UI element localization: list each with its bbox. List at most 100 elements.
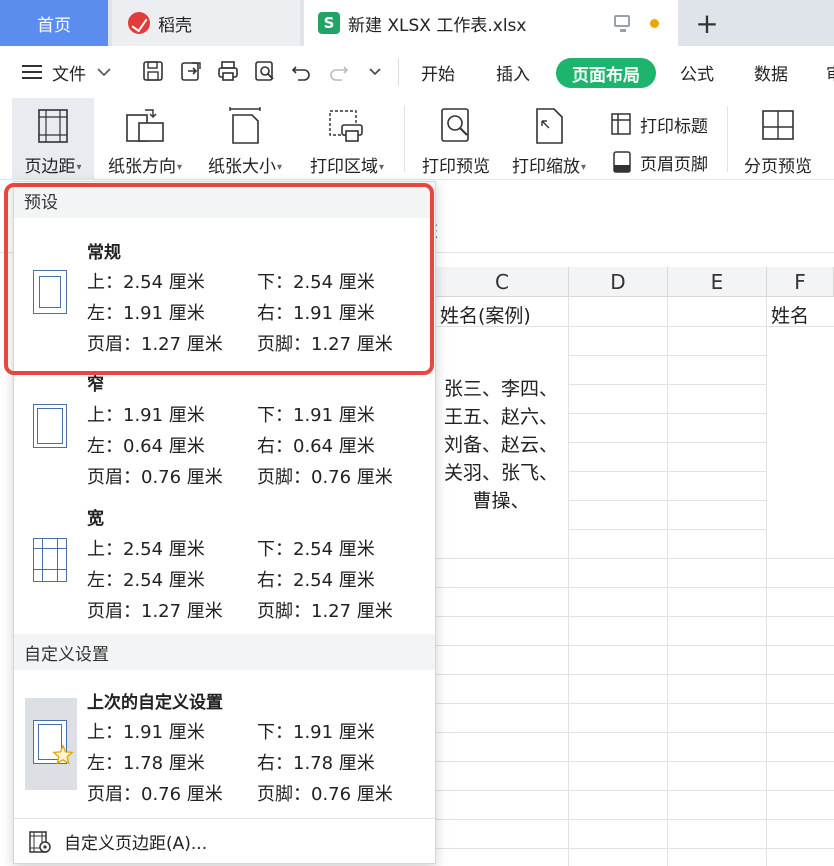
print-area-button[interactable]: 打印区域▾: [300, 98, 394, 180]
star-icon: [52, 744, 74, 765]
grid-line: [568, 442, 767, 443]
margin-header-value: 页眉：1.27 厘米: [87, 601, 223, 622]
print-preview-button[interactable]: 打印预览: [414, 98, 498, 180]
unsaved-dot-icon: [650, 19, 659, 28]
cell-f-header[interactable]: 姓名: [771, 301, 809, 328]
undo-icon[interactable]: [290, 60, 312, 82]
save-icon[interactable]: [142, 60, 164, 82]
margins-button[interactable]: 页边距▾: [12, 98, 94, 180]
margin-wide-icon: [33, 538, 67, 582]
grid-line: [436, 819, 834, 820]
margin-left-value: 左：2.54 厘米: [87, 570, 205, 591]
tab-current-file[interactable]: S 新建 XLSX 工作表.xlsx: [304, 0, 678, 46]
chevron-down-icon: [97, 68, 111, 77]
menu-bar: 文件 开始 插入 页面布局 公式 数据 审: [0, 46, 834, 98]
margin-header-value: 页眉：0.76 厘米: [87, 467, 223, 488]
margins-icon: [38, 109, 68, 143]
print-preview-label: 打印预览: [422, 157, 490, 177]
margin-bottom-value: 下：2.54 厘米: [257, 539, 375, 560]
margins-label: 页边距: [24, 157, 76, 177]
preset-name: 上次的自定义设置: [87, 693, 223, 713]
preset-wide[interactable]: 宽 上：2.54 厘米 下：2.54 厘米 左：2.54 厘米 右：2.54 厘…: [14, 502, 435, 632]
custom-margins-icon: [29, 831, 51, 853]
tab-daoke-label: 稻壳: [158, 15, 192, 36]
preset-narrow[interactable]: 窄 上：1.91 厘米 下：1.91 厘米 左：0.64 厘米 右：0.64 厘…: [14, 368, 435, 503]
column-header-c[interactable]: C: [436, 267, 569, 297]
page-break-preview-icon: [762, 110, 794, 140]
print-titles-icon: [611, 113, 631, 135]
page-break-preview-button[interactable]: 分页预览: [736, 98, 820, 180]
grid-line: [568, 413, 767, 414]
ribbon-divider: [404, 106, 405, 172]
grid-line: [436, 645, 834, 646]
orientation-label: 纸张方向: [107, 157, 176, 177]
custom-section-header: 自定义设置: [14, 634, 435, 670]
margin-top-value: 上：2.54 厘米: [87, 539, 205, 560]
print-preview-icon[interactable]: [254, 60, 276, 82]
grid-line: [568, 297, 569, 866]
print-titles-button[interactable]: 打印标题: [610, 110, 708, 138]
monitor-icon[interactable]: [614, 15, 630, 32]
orientation-button[interactable]: 纸张方向▾: [100, 98, 190, 180]
menubar-divider: [398, 58, 399, 86]
tab-start[interactable]: 开始: [421, 46, 455, 98]
margin-left-value: 左：1.78 厘米: [87, 753, 205, 774]
header-footer-label: 页眉页脚: [640, 154, 708, 175]
spreadsheet-icon: S: [318, 12, 340, 34]
print-icon[interactable]: [217, 60, 239, 82]
print-preview-large-icon: [441, 108, 469, 142]
cell-names-list[interactable]: 张三、李四、王五、赵六、刘备、赵云、关羽、张飞、曹操、: [440, 375, 562, 515]
orientation-icon: [126, 109, 164, 142]
margin-top-value: 上：1.91 厘米: [87, 405, 205, 426]
grid-line: [568, 500, 767, 501]
column-header-f[interactable]: F: [767, 267, 834, 297]
grid-line: [667, 297, 668, 866]
column-header-e[interactable]: E: [668, 267, 767, 297]
paper-size-button[interactable]: 纸张大小▾: [200, 98, 290, 180]
margin-left-value: 左：0.64 厘米: [87, 436, 205, 457]
tab-review[interactable]: 审: [826, 46, 834, 98]
tab-formulas[interactable]: 公式: [680, 46, 714, 98]
export-icon[interactable]: [180, 60, 202, 82]
grid-line: [568, 529, 767, 530]
grid-line: [568, 355, 767, 356]
tab-data[interactable]: 数据: [754, 46, 788, 98]
cell-c-header[interactable]: 姓名(案例): [440, 301, 531, 328]
margin-footer-value: 页脚：1.27 厘米: [257, 601, 393, 622]
title-tab-bar: 首页 稻壳 S 新建 XLSX 工作表.xlsx +: [0, 0, 834, 46]
margin-footer-value: 页脚：0.76 厘米: [257, 784, 393, 805]
tab-daoke[interactable]: 稻壳: [112, 0, 300, 46]
new-tab-button[interactable]: +: [690, 6, 724, 40]
file-menu-button[interactable]: 文件: [22, 46, 112, 98]
grid-line: [436, 616, 834, 617]
daoke-logo-icon: [128, 12, 150, 34]
grid-line: [436, 848, 834, 849]
print-scale-icon: [536, 108, 563, 144]
grid-line: [436, 703, 834, 704]
hamburger-icon: [22, 65, 42, 79]
tab-home[interactable]: 首页: [0, 0, 108, 46]
tab-page-layout[interactable]: 页面布局: [556, 58, 656, 88]
margin-top-value: 上：1.91 厘米: [87, 722, 205, 743]
tab-insert[interactable]: 插入: [496, 46, 530, 98]
preset-last-custom[interactable]: 上次的自定义设置 上：1.91 厘米 下：1.91 厘米 左：1.78 厘米 右…: [14, 670, 435, 816]
custom-margins-item[interactable]: 自定义页边距(A)...: [14, 818, 435, 864]
print-scale-button[interactable]: 打印缩放▾: [504, 98, 594, 180]
highlight-annotation: [4, 183, 434, 375]
file-menu-label: 文件: [52, 64, 86, 85]
header-footer-button[interactable]: 页眉页脚: [610, 148, 708, 176]
margin-bottom-value: 下：1.91 厘米: [257, 405, 375, 426]
quick-access-more-icon[interactable]: [368, 66, 382, 78]
page-break-preview-label: 分页预览: [744, 157, 812, 177]
margin-footer-value: 页脚：0.76 厘米: [257, 467, 393, 488]
paper-size-icon: [229, 107, 261, 144]
grid-line: [568, 471, 767, 472]
grid-line: [436, 761, 834, 762]
preset-name: 宽: [87, 509, 104, 529]
header-footer-icon: [613, 151, 631, 173]
tab-file-label: 新建 XLSX 工作表.xlsx: [348, 15, 527, 36]
grid-line: [436, 674, 834, 675]
column-header-d[interactable]: D: [569, 267, 668, 297]
margin-right-value: 右：0.64 厘米: [257, 436, 375, 457]
redo-icon[interactable]: [328, 60, 350, 82]
